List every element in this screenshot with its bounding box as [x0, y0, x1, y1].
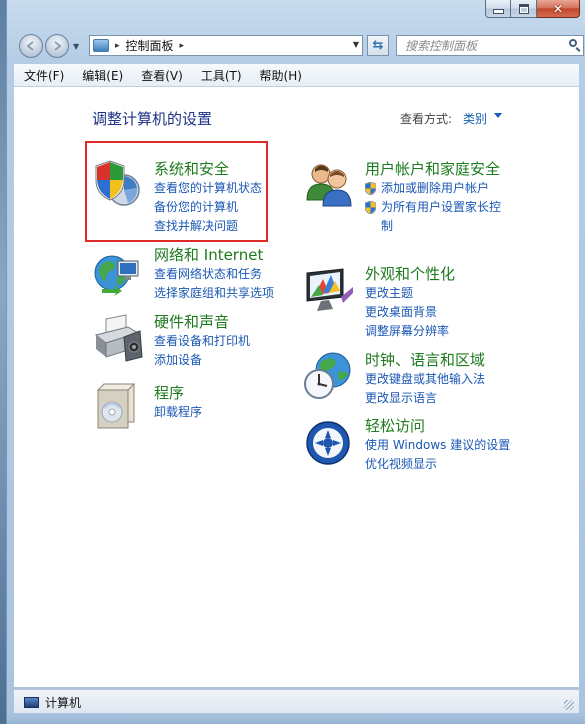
maximize-button[interactable]: [511, 0, 537, 18]
change-display-language-link[interactable]: 更改显示语言: [365, 389, 485, 408]
category-user-accounts: 用户帐户和家庭安全 添加或删除用户帐户 为所有用户设置家长控制: [365, 160, 505, 236]
category-hardware: 硬件和声音 查看设备和打印机 添加设备: [154, 313, 250, 370]
page-title: 调整计算机的设置: [92, 110, 213, 128]
change-wallpaper-link[interactable]: 更改桌面背景: [365, 303, 455, 322]
breadcrumb-control-panel[interactable]: 控制面板: [126, 37, 174, 54]
content-area: 调整计算机的设置 查看方式: 类别 系统和安全 查看您的计算机状态 备份您的计算…: [14, 87, 579, 687]
ease-of-access-title-link[interactable]: 轻松访问: [365, 417, 515, 436]
programs-title-link[interactable]: 程序: [154, 384, 202, 403]
maximize-icon: [518, 3, 529, 14]
view-network-status-link[interactable]: 查看网络状态和任务: [154, 265, 274, 284]
resize-grip[interactable]: [564, 700, 574, 710]
optimize-visual-display-link[interactable]: 优化视频显示: [365, 455, 515, 474]
caption-buttons: ✕: [485, 0, 580, 18]
breadcrumb-chevron-icon[interactable]: ▸: [180, 41, 185, 51]
forward-button[interactable]: [45, 34, 69, 58]
window-bottom-border: [7, 713, 585, 724]
minimize-button[interactable]: [485, 0, 511, 18]
menu-file[interactable]: 文件(F): [14, 67, 72, 84]
view-devices-printers-link[interactable]: 查看设备和打印机: [154, 332, 250, 351]
refresh-icon: ⇆: [372, 38, 384, 53]
printer-icon[interactable]: [92, 313, 144, 363]
clock-globe-icon[interactable]: [303, 350, 355, 402]
menu-help[interactable]: 帮助(H): [250, 67, 310, 84]
address-dropdown-icon[interactable]: ▼: [353, 40, 359, 49]
control-panel-window: ✕ ▼ ▸ 控制面板 ▸ ▼ ⇆ 文件(F) 编辑(E) 查看(V) 工具(T)…: [6, 0, 585, 724]
programs-box-icon[interactable]: [94, 382, 142, 430]
user-accounts-title-link[interactable]: 用户帐户和家庭安全: [365, 160, 505, 179]
category-clock-region: 时钟、语言和区域 更改键盘或其他输入法 更改显示语言: [365, 351, 485, 408]
search-input[interactable]: [397, 36, 557, 55]
back-button[interactable]: [19, 34, 43, 58]
search-box[interactable]: [396, 35, 584, 56]
close-button[interactable]: ✕: [537, 0, 580, 18]
add-remove-accounts-text: 添加或删除用户帐户: [381, 181, 490, 195]
status-text: 计算机: [45, 695, 82, 710]
view-by-chevron-down-icon[interactable]: [494, 113, 502, 118]
parental-controls-link[interactable]: 为所有用户设置家长控制: [365, 198, 505, 236]
homegroup-sharing-link[interactable]: 选择家庭组和共享选项: [154, 284, 274, 303]
address-bar[interactable]: ▸ 控制面板 ▸ ▼: [89, 35, 363, 56]
minimize-icon: [492, 9, 504, 14]
view-by-dropdown[interactable]: 类别: [463, 110, 487, 127]
search-icon[interactable]: [569, 39, 577, 47]
hardware-sound-title-link[interactable]: 硬件和声音: [154, 313, 250, 332]
parental-controls-text: 为所有用户设置家长控制: [381, 200, 502, 233]
menu-tools[interactable]: 工具(T): [191, 67, 250, 84]
user-accounts-icon[interactable]: [303, 162, 355, 208]
breadcrumb-separator-icon[interactable]: ▸: [115, 41, 120, 51]
control-panel-icon: [93, 39, 109, 52]
uac-shield-icon: [365, 201, 376, 214]
back-arrow-icon: [26, 41, 34, 51]
category-appearance: 外观和个性化 更改主题 更改桌面背景 调整屏幕分辨率: [365, 265, 455, 341]
menu-edit[interactable]: 编辑(E): [72, 67, 131, 84]
network-title-link[interactable]: 网络和 Internet: [154, 246, 274, 265]
change-theme-link[interactable]: 更改主题: [365, 284, 455, 303]
add-remove-accounts-link[interactable]: 添加或删除用户帐户: [365, 179, 505, 198]
change-keyboard-link[interactable]: 更改键盘或其他输入法: [365, 370, 485, 389]
menu-bar: 文件(F) 编辑(E) 查看(V) 工具(T) 帮助(H): [14, 64, 579, 87]
add-device-link[interactable]: 添加设备: [154, 351, 250, 370]
appearance-title-link[interactable]: 外观和个性化: [365, 265, 455, 284]
recent-pages-dropdown-icon[interactable]: ▼: [73, 42, 79, 51]
clock-region-title-link[interactable]: 时钟、语言和区域: [365, 351, 485, 370]
refresh-button[interactable]: ⇆: [367, 35, 389, 56]
adjust-resolution-link[interactable]: 调整屏幕分辨率: [365, 322, 455, 341]
uac-shield-icon: [365, 182, 376, 195]
windows-recommended-settings-link[interactable]: 使用 Windows 建议的设置: [365, 436, 515, 455]
forward-arrow-icon: [54, 41, 62, 51]
category-ease-of-access: 轻松访问 使用 Windows 建议的设置 优化视频显示: [365, 417, 515, 474]
computer-icon: [24, 696, 39, 708]
category-network: 网络和 Internet 查看网络状态和任务 选择家庭组和共享选项: [154, 246, 274, 303]
ease-of-access-icon[interactable]: [305, 420, 351, 466]
close-icon: ✕: [552, 1, 564, 16]
category-programs: 程序 卸载程序: [154, 384, 202, 422]
appearance-monitor-icon[interactable]: [303, 267, 355, 313]
navigation-bar: ▼ ▸ 控制面板 ▸ ▼ ⇆: [15, 32, 585, 60]
menu-view[interactable]: 查看(V): [131, 67, 191, 84]
view-by-label: 查看方式:: [400, 112, 453, 126]
network-globe-icon[interactable]: [92, 249, 142, 297]
status-bar: 计算机: [14, 689, 579, 714]
highlight-box: [85, 141, 268, 242]
uninstall-program-link[interactable]: 卸载程序: [154, 403, 202, 422]
